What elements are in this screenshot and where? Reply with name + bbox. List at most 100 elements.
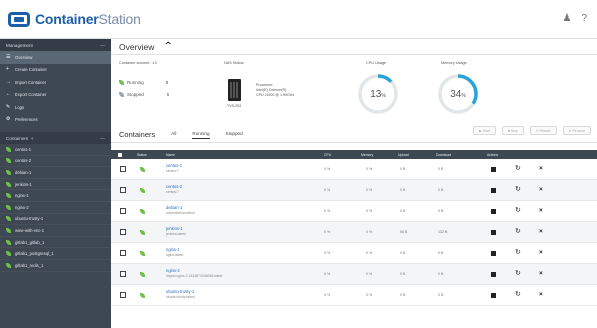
sidebar-container-centos-1[interactable]: centos-1 (0, 144, 111, 156)
col-cpu: CPU (324, 152, 332, 157)
sidebar: Management — ☰ Overview + Create Container →… (0, 39, 111, 328)
upload-value: 0 B (400, 209, 406, 213)
table-row[interactable]: ubuntu-trusty-1 ubuntu:trusty:latest 0 % 0 … (111, 285, 597, 306)
remove-icon[interactable]: × (539, 270, 543, 277)
upload-value: 0 B (400, 167, 406, 171)
app-logo: ContainerStation (8, 11, 141, 27)
remove-icon[interactable]: × (539, 165, 543, 172)
restart-icon: ↻ (535, 128, 539, 133)
sidebar-container-label: ubuntu-trusty-1 (15, 216, 44, 222)
memory-value: 0 % (366, 230, 373, 234)
sidebar-item-preferences[interactable]: ⚙ Preferences (0, 114, 111, 127)
sidebar-container-jenkins-1[interactable]: jenkins-1 (0, 179, 111, 191)
restart-button[interactable]: ↻ Restart (529, 126, 557, 135)
sidebar-item-import-container[interactable]: → Import Container (0, 76, 111, 89)
sidebar-container-ubuntu-trusty-1[interactable]: ubuntu-trusty-1 (0, 214, 111, 226)
table-row[interactable]: debian-1 tutum/debian:latest 0 % 0 % 0 B 0 B ↻… (111, 201, 597, 222)
share-icon[interactable]: ♟ (562, 13, 571, 24)
sidebar-container-gitlab1_postgresql_1[interactable]: gitlab1_postgresql_1 (0, 248, 111, 260)
select-all-checkbox[interactable] (118, 152, 122, 157)
containers-header: Containers All Running Stopped (119, 130, 259, 139)
sidebar-container-centos-2[interactable]: centos-2 (0, 156, 111, 168)
container-status-icon (6, 158, 11, 164)
table-row[interactable]: jenkins-1 jenkins:latest 0 % 0 % 96 B 132 B ↻ × (111, 222, 597, 243)
container-name-link[interactable]: nginx-1 (166, 247, 180, 252)
running-status-icon (140, 230, 145, 235)
row-checkbox[interactable] (120, 271, 126, 277)
container-image: tutum/debian:latest (166, 210, 195, 215)
tab-running[interactable]: Running (192, 131, 210, 139)
running-status-icon (140, 167, 145, 172)
stop-button[interactable]: ■ Stop (501, 126, 524, 135)
help-icon[interactable]: ? (581, 13, 587, 24)
sidebar-item-overview[interactable]: ☰ Overview (0, 51, 111, 64)
logs-icon: ✎ (6, 103, 11, 110)
stop-icon[interactable] (491, 208, 496, 214)
stop-icon[interactable] (491, 250, 496, 256)
remove-button[interactable]: ✕ Remove (562, 126, 591, 135)
cpu-value: 0 % (324, 251, 331, 255)
chevron-up-icon[interactable]: ⌃ (163, 41, 174, 52)
row-checkbox[interactable] (120, 208, 126, 214)
memory-value: 0 % (366, 167, 373, 171)
sidebar-item-export-container[interactable]: ← Export Container (0, 89, 111, 102)
restart-icon[interactable]: ↻ (515, 186, 521, 193)
container-name-link[interactable]: centos-1 (166, 163, 182, 168)
stop-icon[interactable] (491, 292, 496, 298)
container-name-link[interactable]: ubuntu-trusty-1 (166, 289, 194, 294)
remove-icon[interactable]: × (539, 207, 543, 214)
memory-value: 0 % (366, 188, 373, 192)
container-name-link[interactable]: nginx-2 (166, 268, 180, 273)
sidebar-section-management[interactable]: Management — (0, 39, 111, 51)
processor-line-2: CPU J1900 @ 1.99GHz (256, 93, 295, 97)
restart-icon[interactable]: ↻ (515, 249, 521, 256)
stop-icon[interactable] (491, 166, 496, 172)
table-row[interactable]: centos-2 centos:7 0 % 0 % 0 B 0 B ↻ × (111, 180, 597, 201)
sidebar-item-logs[interactable]: ✎ Logs (0, 101, 111, 114)
restart-icon[interactable]: ↻ (515, 270, 521, 277)
table-row[interactable]: nginx-1 nginx:latest 0 % 0 % 0 B 0 B ↻ × (111, 243, 597, 264)
add-container-icon[interactable]: + (31, 136, 34, 141)
sidebar-container-gitlab1_redis_1[interactable]: gitlab1_redis_1 (0, 260, 111, 272)
table-row[interactable]: nginx-2 import:nginx-2-1434872536096:late… (111, 264, 597, 285)
remove-icon[interactable]: × (539, 249, 543, 256)
collapse-icon[interactable]: — (100, 136, 105, 141)
remove-icon[interactable]: × (539, 228, 543, 235)
sidebar-container-gitlab1_gitlab_1[interactable]: gitlab1_gitlab_1 (0, 237, 111, 249)
container-name-link[interactable]: centos-2 (166, 184, 182, 189)
container-name-link[interactable]: jenkins-1 (166, 226, 183, 231)
collapse-icon[interactable]: — (100, 43, 105, 48)
tab-stopped[interactable]: Stopped (226, 131, 243, 139)
sidebar-container-debian-1[interactable]: debian-1 (0, 167, 111, 179)
sidebar-container-nginx-2[interactable]: nginx-2 (0, 202, 111, 214)
cpu-usage-label: CPU Usage (366, 61, 387, 65)
container-name-link[interactable]: debian-1 (166, 205, 182, 210)
restart-icon[interactable]: ↻ (515, 207, 521, 214)
row-checkbox[interactable] (120, 292, 126, 298)
row-checkbox[interactable] (120, 229, 126, 235)
restart-icon[interactable]: ↻ (515, 228, 521, 235)
app-title: ContainerStation (35, 11, 141, 27)
memory-usage-label: Memory Usage (441, 61, 467, 65)
container-status-icon (6, 239, 11, 245)
sidebar-item-create-container[interactable]: + Create Container (0, 64, 111, 77)
restart-icon[interactable]: ↻ (515, 165, 521, 172)
remove-icon[interactable]: × (539, 186, 543, 193)
restart-icon[interactable]: ↻ (515, 291, 521, 298)
tab-all[interactable]: All (171, 131, 176, 139)
container-image: centos:7 (166, 168, 179, 173)
table-row[interactable]: centos-1 centos:7 0 % 0 % 0 B 0 B ↻ × (111, 159, 597, 180)
stop-icon[interactable] (491, 271, 496, 277)
download-value: 0 B (438, 188, 444, 192)
stop-icon[interactable] (491, 187, 496, 193)
row-checkbox[interactable] (120, 187, 126, 193)
row-checkbox[interactable] (120, 166, 126, 172)
stop-icon[interactable] (491, 229, 496, 235)
memory-usage-value: 34 (450, 88, 462, 100)
start-button[interactable]: ▶ Start (473, 126, 496, 135)
sidebar-container-wine-with-vnc-1[interactable]: wine-with-vnc-1 (0, 225, 111, 237)
sidebar-section-containers[interactable]: Containers + — (0, 132, 111, 144)
remove-icon[interactable]: × (539, 291, 543, 298)
row-checkbox[interactable] (120, 250, 126, 256)
sidebar-container-nginx-1[interactable]: nginx-1 (0, 190, 111, 202)
